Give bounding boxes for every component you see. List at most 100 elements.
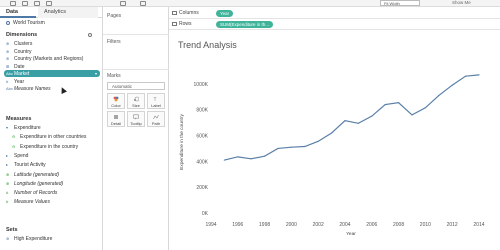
save-icon[interactable]: [22, 1, 28, 6]
dimension-field[interactable]: AbcMeasure Names: [6, 85, 51, 92]
field-label: Measure Names: [14, 86, 51, 92]
data-point[interactable]: [237, 156, 239, 158]
y-tick-label: 1000K: [194, 82, 209, 88]
data-point[interactable]: [304, 145, 306, 148]
x-tick-label: 2002: [313, 222, 324, 228]
detail-icon: [114, 115, 118, 119]
field-type-icon: #: [6, 190, 9, 196]
set-field[interactable]: ⊚ High Expenditure: [6, 235, 52, 242]
field-label: Expenditure in the country: [20, 143, 79, 150]
y-tick-label: 0K: [202, 211, 209, 217]
field-label: Number of Records: [14, 190, 58, 197]
dimension-field[interactable]: AbcMarket ▾: [4, 70, 100, 77]
data-point[interactable]: [397, 102, 400, 104]
field-type-icon: ⊕: [6, 171, 10, 177]
fit-dropdown[interactable]: Fit Width: [380, 0, 420, 6]
measure-field[interactable]: ⊖ Expenditure in other countries: [12, 133, 86, 140]
data-point[interactable]: [357, 122, 359, 124]
data-point[interactable]: [290, 146, 292, 148]
search-icon[interactable]: [88, 33, 92, 37]
sort-icon[interactable]: [120, 1, 126, 6]
columns-pill[interactable]: Year: [216, 10, 234, 17]
color-label: Color: [111, 103, 121, 108]
tab-data[interactable]: Data: [0, 7, 36, 18]
dimension-field[interactable]: # Year: [6, 78, 24, 85]
measure-field[interactable]: ▸ Tourist Activity: [6, 161, 46, 168]
data-source-icon[interactable]: [34, 1, 40, 6]
color-button[interactable]: Color: [107, 93, 125, 109]
undo-icon[interactable]: [10, 1, 16, 6]
rows-pill[interactable]: SUM(Expenditure in th...: [216, 21, 274, 28]
rows-shelf-label: Rows: [172, 21, 192, 27]
data-point[interactable]: [478, 74, 480, 76]
dimension-field[interactable]: ⊕ Country (Markets and Regions): [6, 55, 83, 62]
columns-shelf-label: Columns: [172, 10, 199, 16]
label-button[interactable]: T Label: [147, 93, 165, 109]
tab-analytics[interactable]: Analytics: [38, 7, 98, 18]
toolbar: Fit Width Show Me: [0, 0, 500, 7]
marks-type-dropdown[interactable]: Automatic: [107, 82, 165, 90]
dimension-field[interactable]: ⊕ Country: [6, 48, 32, 55]
measure-field[interactable]: ⊕ Longitude (generated): [6, 180, 63, 187]
size-label: Size: [132, 103, 140, 108]
measure-field[interactable]: ⊖ Expenditure in the country: [12, 143, 78, 150]
measure-field[interactable]: ▸ Spend: [6, 152, 28, 159]
field-label: Expenditure: [14, 125, 41, 131]
label-icon: T: [154, 97, 157, 102]
data-point[interactable]: [263, 155, 266, 157]
size-button[interactable]: Size: [127, 93, 145, 109]
data-point[interactable]: [330, 132, 333, 134]
filters-card-header: Filters: [107, 39, 121, 45]
field-type-icon: ⊚: [6, 236, 10, 241]
columns-shelf[interactable]: Columns Year: [169, 8, 500, 19]
field-type-icon: ▾: [6, 125, 9, 130]
data-point[interactable]: [384, 103, 386, 106]
y-tick-label: 600K: [196, 134, 208, 140]
measure-field[interactable]: ▾ Expenditure: [6, 124, 41, 131]
data-point[interactable]: [438, 94, 440, 97]
rows-shelf[interactable]: Rows SUM(Expenditure in th...: [169, 19, 500, 30]
measure-field[interactable]: # Number of Records: [6, 189, 57, 196]
x-tick-label: 1998: [259, 222, 270, 228]
x-tick-label: 2000: [286, 222, 297, 228]
detail-button[interactable]: Detail: [107, 111, 125, 127]
chart-view[interactable]: Trend Analysis 0K 200K 400K 600K 800K 1000K 19…: [169, 30, 500, 250]
data-point[interactable]: [411, 114, 413, 116]
x-tick-label: 2012: [447, 222, 458, 228]
series-line[interactable]: [224, 74, 480, 161]
detail-label: Detail: [110, 121, 122, 126]
field-type-icon: Abc: [6, 86, 13, 91]
dimension-field[interactable]: ⊕ Clusters: [6, 40, 32, 47]
rows-label: Rows: [179, 21, 192, 27]
highlight-icon[interactable]: [140, 1, 146, 6]
new-sheet-icon[interactable]: [46, 1, 52, 6]
data-point[interactable]: [424, 107, 426, 109]
chevron-down-icon[interactable]: ▾: [95, 70, 97, 77]
field-label: Latitude (generated): [14, 171, 60, 178]
data-point[interactable]: [317, 140, 319, 142]
field-type-icon: ⊕: [6, 48, 10, 54]
measure-field[interactable]: # Measure Values: [6, 198, 50, 205]
data-point[interactable]: [277, 147, 279, 150]
tooltip-icon: [133, 114, 139, 120]
columns-label: Columns: [179, 10, 199, 16]
measure-field[interactable]: ⊕ Latitude (generated): [6, 171, 59, 178]
data-point[interactable]: [451, 84, 453, 86]
field-type-icon: ⊖: [12, 143, 16, 149]
field-label: Date: [14, 63, 25, 70]
path-button[interactable]: Path: [147, 111, 165, 127]
data-point[interactable]: [371, 115, 373, 117]
x-tick-label: 2014: [473, 222, 484, 228]
field-label: Spend: [14, 152, 29, 159]
field-label: Market: [14, 71, 30, 77]
data-point[interactable]: [250, 158, 252, 160]
show-me-button[interactable]: Show Me: [452, 0, 471, 5]
data-point[interactable]: [344, 120, 346, 122]
data-point[interactable]: [464, 75, 467, 77]
y-tick-label: 400K: [196, 159, 208, 165]
x-tick-label: 2008: [393, 222, 404, 228]
data-point[interactable]: [223, 159, 225, 161]
datasource-item[interactable]: World Tourism: [6, 20, 45, 26]
tooltip-button[interactable]: Tooltip: [127, 111, 145, 127]
dimension-field[interactable]: ⊞ Date: [6, 63, 25, 70]
